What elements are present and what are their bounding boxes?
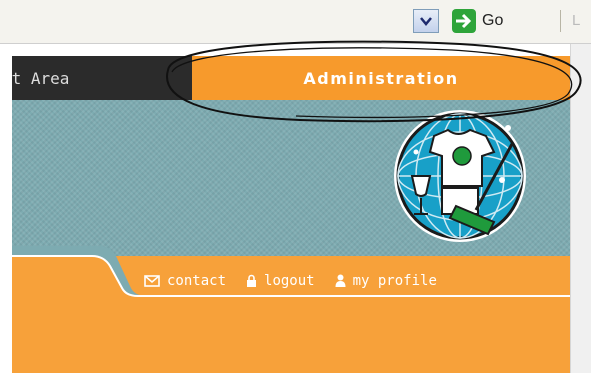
annotation-ellipse <box>166 40 582 123</box>
